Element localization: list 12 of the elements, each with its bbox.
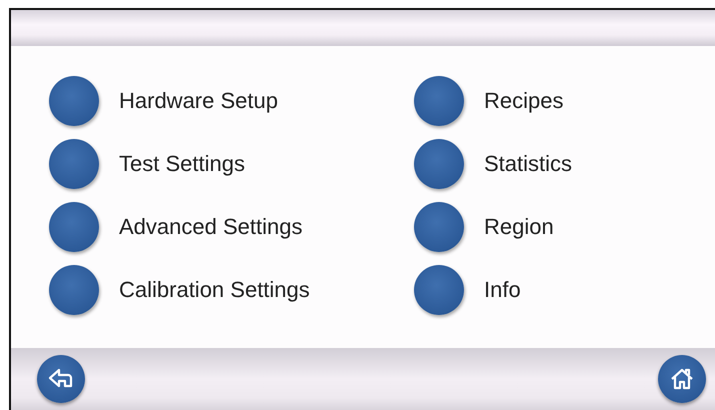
back-arrow-icon (48, 368, 74, 390)
menu-item[interactable]: Advanced Settings (49, 202, 302, 252)
menu-item[interactable]: Test Settings (49, 138, 245, 188)
menu-item[interactable]: Calibration Settings (49, 264, 310, 314)
menu-item[interactable]: Info (414, 264, 521, 314)
menu-item[interactable]: Hardware Setup (49, 76, 278, 126)
home-button[interactable] (658, 355, 706, 403)
menu-item[interactable]: Statistics (414, 138, 572, 188)
back-button[interactable] (37, 355, 85, 403)
menu-item[interactable]: Region (414, 202, 554, 252)
menu-item[interactable]: Recipes (414, 76, 564, 126)
home-icon (670, 367, 694, 391)
